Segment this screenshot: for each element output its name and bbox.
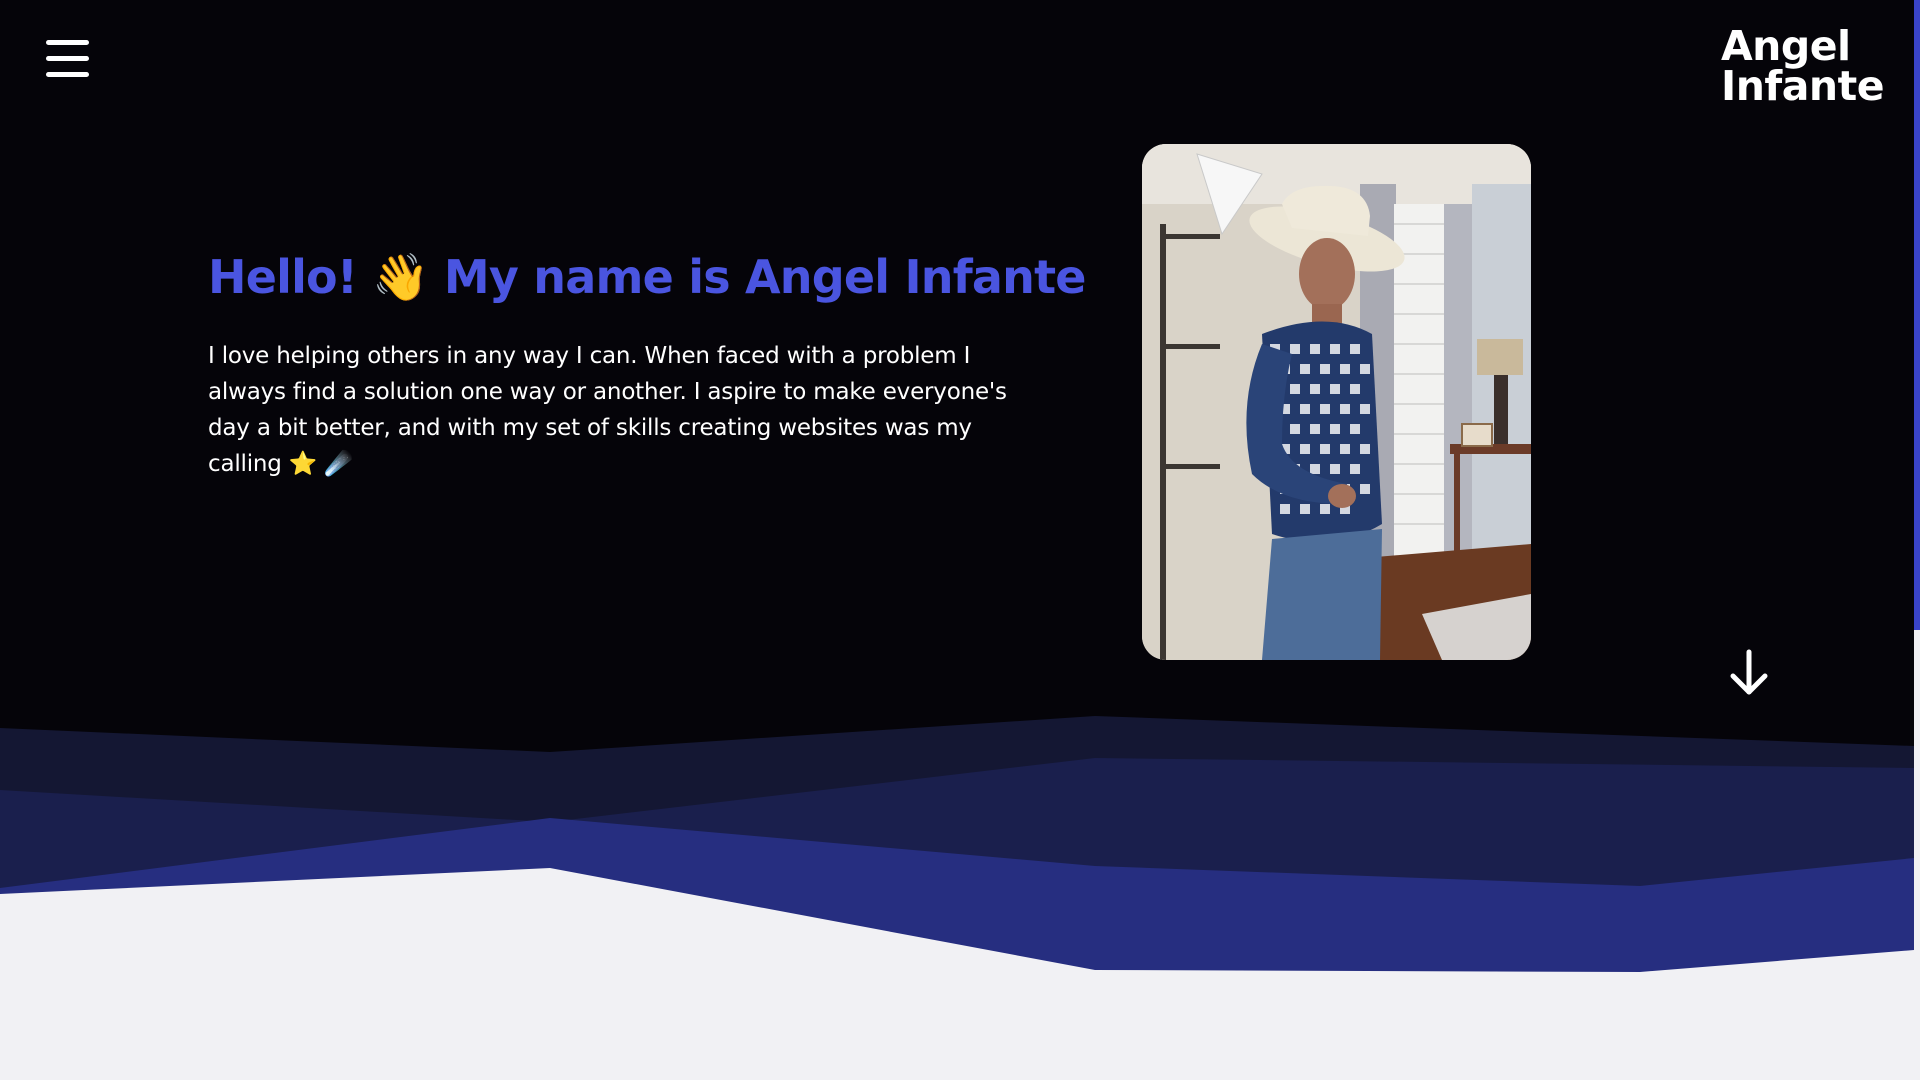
intro-block: Hello! 👋 My name is Angel Infante I love… xyxy=(208,240,1087,482)
menu-bar xyxy=(46,56,89,61)
menu-bar xyxy=(46,40,89,45)
arrow-down-icon[interactable] xyxy=(1728,648,1770,698)
logo-line-last: Infante xyxy=(1720,62,1885,110)
scrollbar-thumb[interactable] xyxy=(1914,0,1920,630)
page-scrollbar[interactable] xyxy=(1914,0,1920,1080)
hamburger-menu-icon[interactable] xyxy=(46,38,92,82)
page: Angel Infante Hello! 👋 My name is Angel … xyxy=(0,0,1920,1080)
logo-line-first: Angel xyxy=(1720,22,1851,70)
profile-photo-image xyxy=(1142,144,1531,660)
profile-photo xyxy=(1142,144,1531,660)
site-logo[interactable]: Angel Infante xyxy=(1720,22,1885,110)
menu-bar xyxy=(46,72,89,77)
intro-bio: I love helping others in any way I can. … xyxy=(208,343,1007,477)
hero-section: Angel Infante Hello! 👋 My name is Angel … xyxy=(0,0,1914,1080)
intro-headline: Hello! 👋 My name is Angel Infante xyxy=(208,250,1087,304)
wave-decoration xyxy=(0,716,1914,1080)
